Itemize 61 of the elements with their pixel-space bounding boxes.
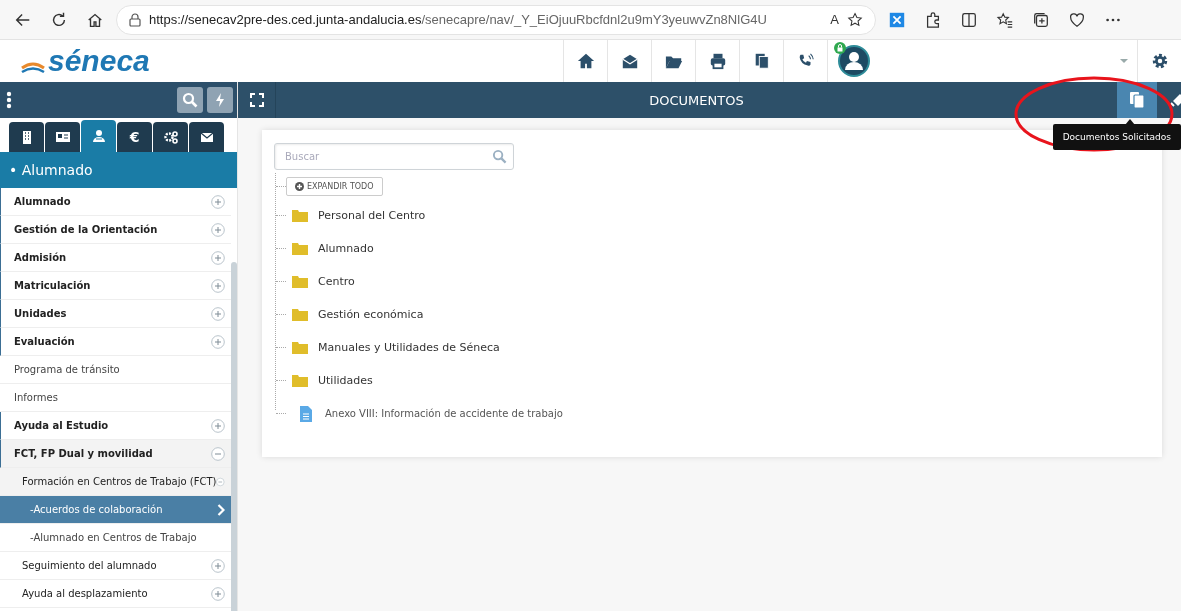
settings-icon <box>1150 52 1169 70</box>
refresh-icon[interactable] <box>50 10 68 29</box>
menu-item[interactable]: Admisión <box>0 244 231 272</box>
avatar-icon[interactable] <box>838 45 870 77</box>
sidebar-tab[interactable] <box>9 122 44 152</box>
chevron-icon <box>217 503 225 516</box>
document-icon[interactable] <box>300 405 312 422</box>
fullscreen-icon <box>249 93 264 107</box>
section-title: • Alumnado <box>0 152 237 188</box>
menu-item[interactable]: Ayuda al Estudio <box>0 412 231 440</box>
star-icon[interactable] <box>847 11 863 28</box>
tooltip: Documentos Solicitados <box>1052 124 1181 150</box>
search-icon <box>492 149 507 164</box>
scrollbar[interactable] <box>231 262 237 611</box>
home-icon <box>576 52 595 70</box>
folder-label[interactable]: Personal del Centro <box>318 209 426 222</box>
menu-icon[interactable] <box>6 91 12 109</box>
search-button[interactable] <box>177 87 203 113</box>
heart-icon[interactable] <box>1068 10 1086 29</box>
sidebar-tab[interactable] <box>45 122 80 152</box>
gears-icon <box>163 130 178 144</box>
search-field[interactable]: Buscar <box>274 143 514 170</box>
people-icon <box>91 129 106 143</box>
read-aloud-icon[interactable]: A <box>830 12 839 27</box>
folder-label[interactable]: Utilidades <box>318 374 373 387</box>
expand-all-button[interactable]: EXPANDIR TODO <box>286 176 383 196</box>
folder-label[interactable]: Centro <box>318 275 355 288</box>
mail-icon <box>199 130 214 144</box>
menu-item[interactable]: Evaluación <box>0 328 231 356</box>
menu-item[interactable]: Gestión de la Orientación <box>0 216 231 244</box>
menu-item[interactable]: FCT, FP Dual y movilidad <box>0 440 231 468</box>
printer-icon <box>708 52 727 70</box>
document-link[interactable]: Anexo VIII: Información de accidente de trabajo <box>325 408 563 419</box>
menu-item[interactable]: Unidades <box>0 300 231 328</box>
quick-access-button[interactable] <box>207 87 233 113</box>
collections-icon[interactable] <box>1032 10 1050 29</box>
search-icon <box>182 92 198 108</box>
sidebar-tab[interactable]: € <box>117 122 152 152</box>
id-card-icon <box>55 130 70 144</box>
split-screen-icon[interactable] <box>960 10 978 29</box>
lock-icon <box>129 12 141 27</box>
favorites-icon[interactable] <box>996 10 1014 29</box>
puzzle-icon[interactable] <box>924 10 942 29</box>
folder-label[interactable]: Alumnado <box>318 242 374 255</box>
sidebar-tab[interactable] <box>153 122 188 152</box>
address-bar[interactable]: https://senecav2pre-des.ced.junta-andalucia.es/senecapre/nav/_Y_EiOjuuRbcfdnl2u9mY3yeuwvZn8NlG4U A <box>116 4 876 35</box>
menu-item[interactable]: -Acuerdos de colaboración <box>0 496 231 524</box>
envelope-icon <box>620 52 639 70</box>
page-title: DOCUMENTOS <box>648 92 745 108</box>
sidebar-tab[interactable] <box>189 122 224 152</box>
url-text: https://senecav2pre-des.ced.junta-andalucia.es/senecapre/nav/_Y_EiOjuuRbcfdnl2u9mY3yeuwvZn8NlG4U <box>149 12 768 27</box>
logo: séneca <box>20 44 150 78</box>
menu-item[interactable]: Matriculación <box>0 272 231 300</box>
documents-button[interactable] <box>1117 82 1157 118</box>
folder-label[interactable]: Gestión económica <box>318 308 424 321</box>
extension-icon[interactable] <box>888 10 906 29</box>
menu-item[interactable]: Alumnado <box>0 188 231 216</box>
menu-item[interactable]: Formación en Centros de Trabajo (FCT) <box>0 468 231 496</box>
copy-icon <box>1129 91 1145 109</box>
plus-icon <box>295 181 304 191</box>
folder-label[interactable]: Manuales y Utilidades de Séneca <box>318 341 500 354</box>
